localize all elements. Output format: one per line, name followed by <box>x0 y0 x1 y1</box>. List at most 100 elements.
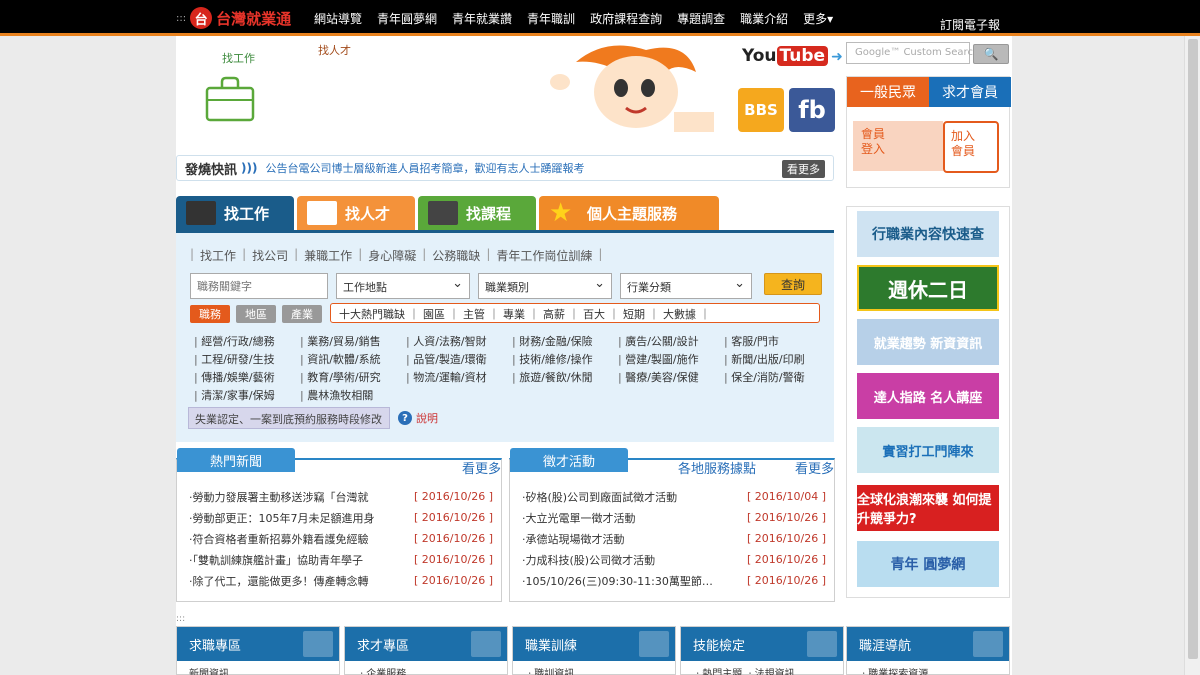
card-sub[interactable]: ㆍ職業探索資源 <box>847 661 1009 675</box>
category-link[interactable]: 旅遊/餐飲/休閒 <box>512 369 618 387</box>
pill-job[interactable]: 職務 <box>190 305 230 323</box>
event-row[interactable]: ·105/10/26(三)09:30-11:30萬聖節…[ 2016/10/26… <box>522 570 826 591</box>
nav-job-intro[interactable]: 職業介紹 <box>740 10 788 27</box>
category-link[interactable]: 人資/法務/智財 <box>406 333 512 351</box>
banner-youth-dream[interactable]: 青年 圓夢網 <box>857 541 999 587</box>
scrollbar-thumb[interactable] <box>1188 39 1198 659</box>
banner-job-content[interactable]: 行職業內容快速查 <box>857 211 999 257</box>
job-type-select[interactable]: 職業類別 <box>478 273 612 299</box>
category-link[interactable]: 工程/研發/生技 <box>194 351 300 369</box>
tab-personal-service[interactable]: ★ 個人主題服務 <box>539 196 719 230</box>
help-link[interactable]: ? 說明 <box>398 410 438 426</box>
category-link[interactable]: 清潔/家事/保姆 <box>194 387 300 405</box>
event-row[interactable]: ·矽格(股)公司到廠面試徵才活動[ 2016/10/04 ] <box>522 486 826 507</box>
card-sub[interactable]: 新聞資訊 <box>177 661 339 675</box>
subnav-public-jobs[interactable]: 公務職缺 <box>432 247 480 264</box>
pill-industry[interactable]: 產業 <box>282 305 322 323</box>
keyword-input[interactable] <box>190 273 328 299</box>
banner-globalization[interactable]: 全球化浪潮來襲 如何提升競爭力? <box>857 485 999 531</box>
pill-region[interactable]: 地區 <box>236 305 276 323</box>
industry-select[interactable]: 行業分類 <box>620 273 752 299</box>
member-login-button[interactable]: 會員 登入 <box>853 121 943 171</box>
category-link[interactable]: 技術/維修/操作 <box>512 351 618 369</box>
banner-internship[interactable]: 實習打工門陣來 <box>857 427 999 473</box>
category-link[interactable]: 經營/行政/總務 <box>194 333 300 351</box>
subnav-part-time[interactable]: 兼職工作 <box>304 247 352 264</box>
category-link[interactable]: 物流/運輸/資材 <box>406 369 512 387</box>
tab-find-talent[interactable]: 找人才 <box>297 196 415 230</box>
recruit-events-title[interactable]: 徵才活動 <box>510 448 628 472</box>
recruit-more-link[interactable]: 看更多 <box>795 458 834 477</box>
card-skill-test[interactable]: 技能檢定 ㆍ熱門主題 ㆍ法規資訊 <box>680 626 844 675</box>
bbs-icon[interactable]: BBS <box>738 88 784 132</box>
card-sub[interactable]: ㆍ職訓資訊 <box>513 661 675 675</box>
news-row[interactable]: ·勞動部更正：105年7月未足額進用身[ 2016/10/26 ] <box>189 507 493 528</box>
category-link[interactable]: 營建/製圖/施作 <box>618 351 724 369</box>
subnav-disability[interactable]: 身心障礙 <box>368 247 416 264</box>
banner-employment-trend[interactable]: 就業趨勢 新資資訊 <box>857 319 999 365</box>
nav-youth-dream[interactable]: 青年圓夢網 <box>377 10 437 27</box>
banner-two-day-weekend[interactable]: 週休二日 <box>857 265 999 311</box>
category-link[interactable]: 廣告/公關/設計 <box>618 333 724 351</box>
search-icon[interactable]: 🔍 <box>973 44 1009 64</box>
nav-survey[interactable]: 專題調查 <box>677 10 725 27</box>
site-logo[interactable]: ::: 台 台灣就業通 <box>176 6 291 30</box>
news-row[interactable]: ·除了代工，還能做更多！傳產轉念轉[ 2016/10/26 ] <box>189 570 493 591</box>
join-member-button[interactable]: 加入 會員 <box>943 121 999 173</box>
tab-employer-member[interactable]: 求才會員 <box>929 77 1011 107</box>
card-employer[interactable]: 求才專區 ㆍ企業服務 <box>344 626 508 675</box>
news-row[interactable]: ·勞動力發展署主動移送涉竊「台灣就[ 2016/10/26 ] <box>189 486 493 507</box>
card-career-nav[interactable]: 職涯導航 ㆍ職業探索資源 <box>846 626 1010 675</box>
google-search-input[interactable]: Google™ Custom Search <box>846 42 979 64</box>
event-row[interactable]: ·承德站現場徵才活動[ 2016/10/26 ] <box>522 528 826 549</box>
unemployment-cert-link[interactable]: 失業認定、一案到底預約服務時段修改 <box>188 407 390 429</box>
nav-course-search[interactable]: 政府課程查詢 <box>590 10 662 27</box>
nav-more-dropdown[interactable]: 更多▾ <box>803 10 833 27</box>
news-row[interactable]: ·「雙軌訓練旗艦計畫」協助青年學子[ 2016/10/26 ] <box>189 549 493 570</box>
subscribe-newsletter-link[interactable]: 訂閱電子報 <box>940 16 1000 33</box>
category-link[interactable]: 保全/消防/警衛 <box>724 369 830 387</box>
card-sub[interactable]: ㆍ熱門主題 ㆍ法規資訊 <box>681 661 843 675</box>
category-link[interactable]: 教育/學術/研究 <box>300 369 406 387</box>
card-training[interactable]: 職業訓練 ㆍ職訓資訊 <box>512 626 676 675</box>
hot-news-title[interactable]: 熱門新聞 <box>177 448 295 472</box>
card-sub[interactable]: ㆍ企業服務 <box>345 661 507 675</box>
tab-general-public[interactable]: 一般民眾 <box>847 77 929 107</box>
category-link[interactable]: 新聞/出版/印刷 <box>724 351 830 369</box>
category-link[interactable]: 醫療/美容/保健 <box>618 369 724 387</box>
youtube-link[interactable]: You Tube ➜ <box>742 46 843 66</box>
tab-find-course[interactable]: 找課程 <box>418 196 536 230</box>
subnav-youth-training[interactable]: 青年工作崗位訓練 <box>496 247 592 264</box>
subnav-find-company[interactable]: 找公司 <box>252 247 288 264</box>
category-link[interactable]: 財務/金融/保險 <box>512 333 618 351</box>
category-link[interactable]: 品管/製造/環衛 <box>406 351 512 369</box>
category-link[interactable]: 客服/門市 <box>724 333 830 351</box>
category-link[interactable]: 傳播/娛樂/藝術 <box>194 369 300 387</box>
find-talent-label[interactable]: 找人才 <box>318 42 351 58</box>
news-flash-more-button[interactable]: 看更多 <box>782 160 825 178</box>
banner-expert-lecture[interactable]: 達人指路 名人講座 <box>857 373 999 419</box>
service-points-link[interactable]: 各地服務據點 <box>678 458 756 477</box>
member-panel: 一般民眾 求才會員 會員 登入 加入 會員 <box>846 76 1011 188</box>
hot-jobs-bar[interactable]: 十大熱門職缺 ｜ 園區 ｜ 主管 ｜ 專業 ｜ 高薪 ｜ 百大 ｜ 短期 ｜ 大… <box>330 303 820 323</box>
news-flash-message[interactable]: 公告台電公司博士層級新進人員招考簡章，歡迎有志人士踴躍報考 <box>265 160 584 176</box>
category-link[interactable]: 業務/貿易/銷售 <box>300 333 406 351</box>
nav-youth-employment[interactable]: 青年就業讚 <box>452 10 512 27</box>
vertical-scrollbar[interactable] <box>1184 36 1200 675</box>
nav-sitemap[interactable]: 網站導覽 <box>314 10 362 27</box>
event-row[interactable]: ·大立光電單一徵才活動[ 2016/10/26 ] <box>522 507 826 528</box>
briefcase-icon[interactable] <box>202 70 258 126</box>
location-select[interactable]: 工作地點 <box>336 273 470 299</box>
event-row[interactable]: ·力成科技(股)公司徵才活動[ 2016/10/26 ] <box>522 549 826 570</box>
news-row[interactable]: ·符合資格者重新招募外籍看護免經驗[ 2016/10/26 ] <box>189 528 493 549</box>
query-button[interactable]: 查詢 <box>764 273 822 295</box>
subnav-find-job[interactable]: 找工作 <box>200 247 236 264</box>
tab-find-job[interactable]: 找工作 <box>176 196 294 230</box>
category-link[interactable]: 資訊/軟體/系統 <box>300 351 406 369</box>
category-link[interactable]: 農林漁牧相關 <box>300 387 406 405</box>
facebook-icon[interactable]: fb <box>789 88 835 132</box>
find-job-label[interactable]: 找工作 <box>222 50 255 66</box>
card-job-seeker[interactable]: 求職專區 新聞資訊 <box>176 626 340 675</box>
hot-news-more-link[interactable]: 看更多 <box>462 458 501 477</box>
nav-youth-training[interactable]: 青年職訓 <box>527 10 575 27</box>
